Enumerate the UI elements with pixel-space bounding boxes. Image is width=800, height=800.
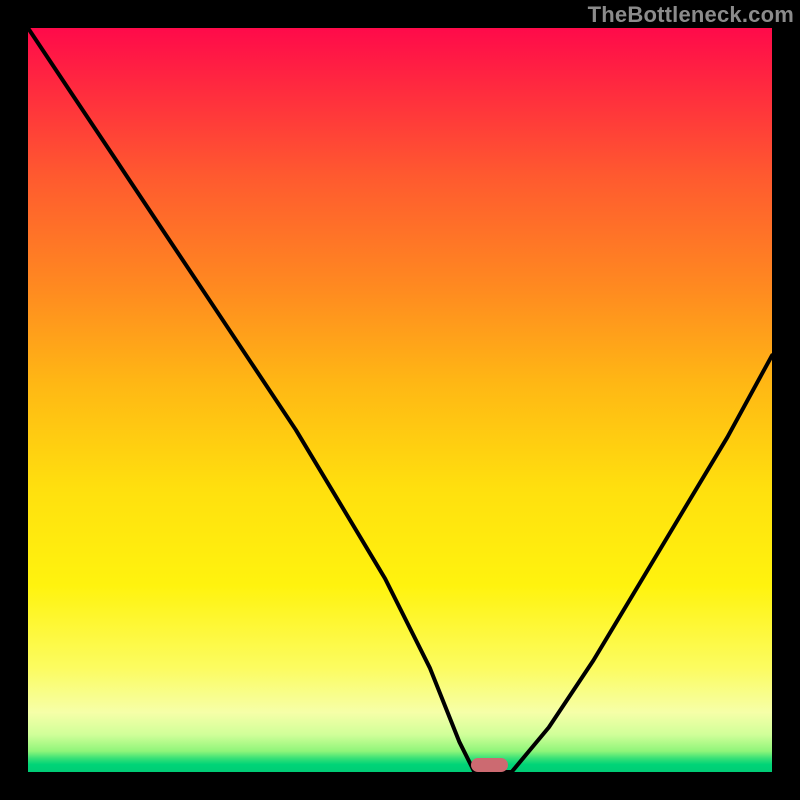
bottleneck-chart: TheBottleneck.com [0, 0, 800, 800]
watermark: TheBottleneck.com [588, 2, 794, 28]
plot-area [28, 28, 772, 772]
min-marker [471, 758, 508, 772]
chart-curve [28, 28, 772, 772]
curve-path [28, 28, 772, 772]
